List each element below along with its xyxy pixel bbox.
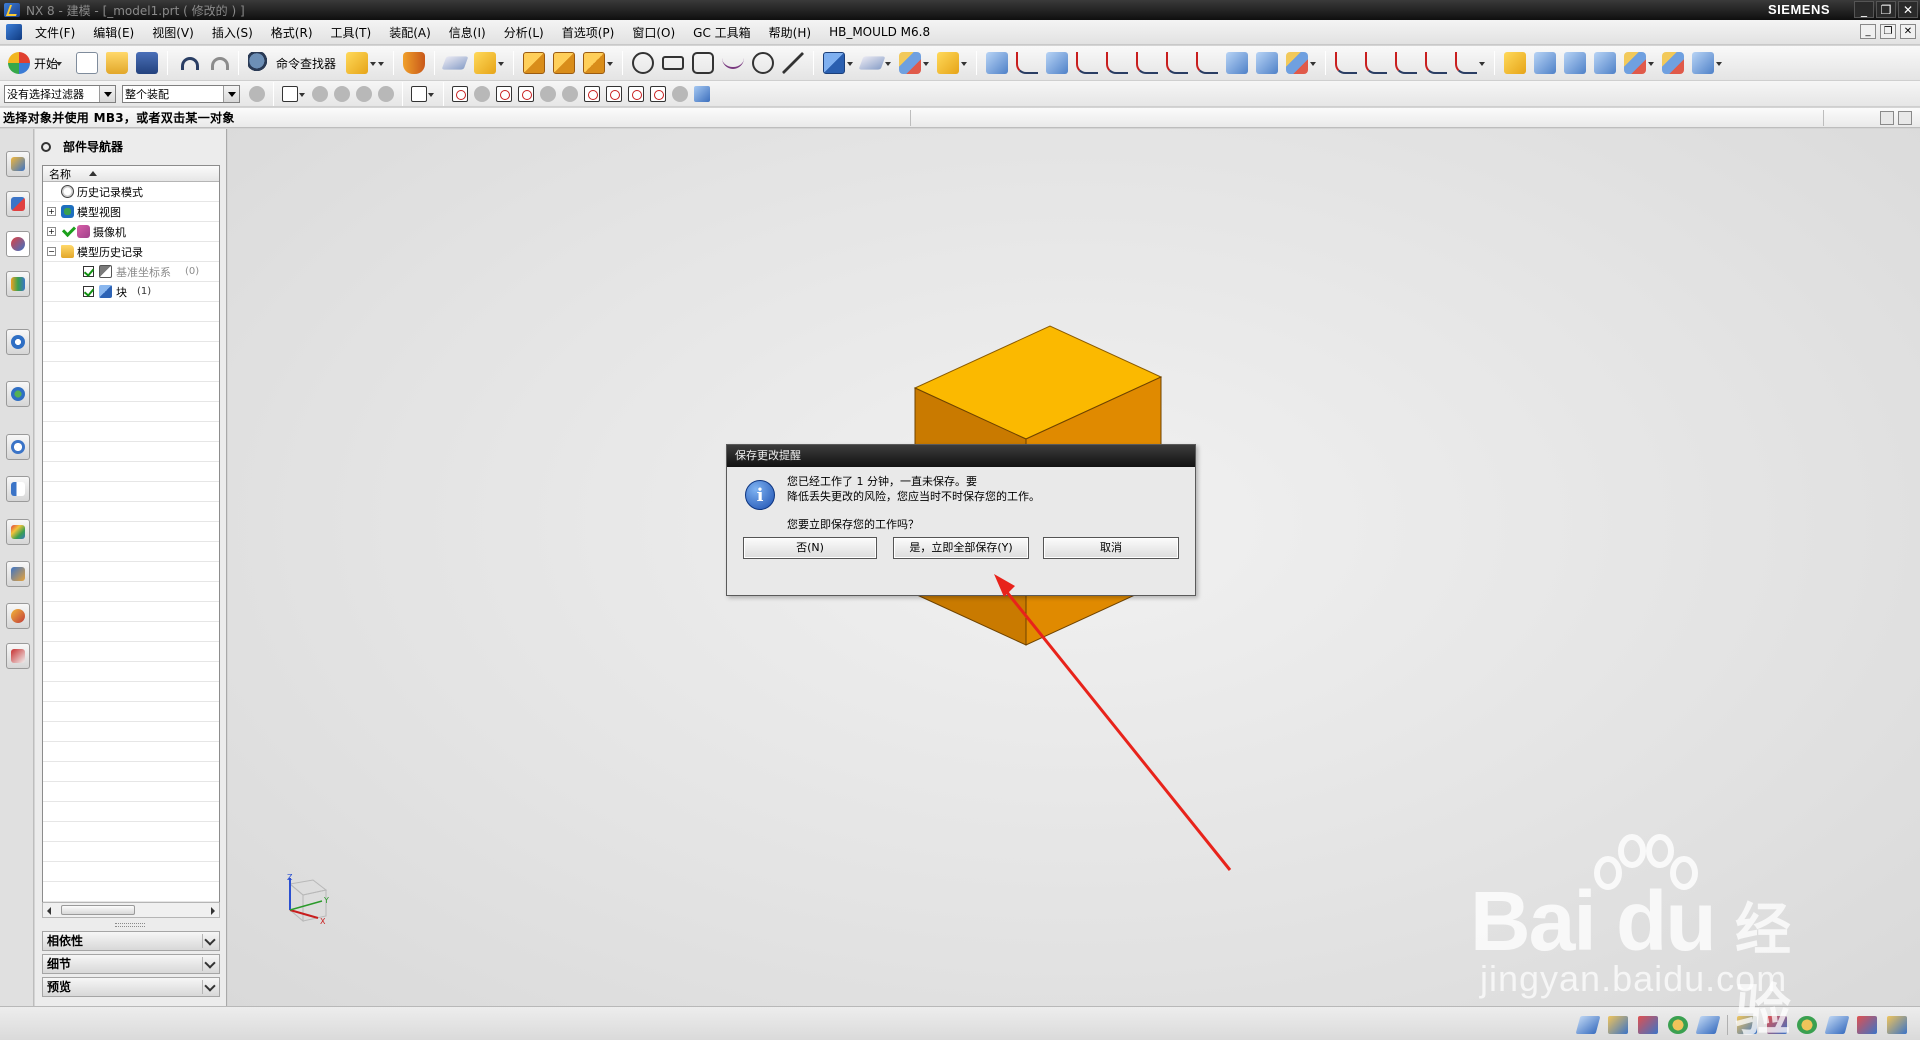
wcs-icon[interactable] xyxy=(1887,1016,1907,1034)
bottom-status-bar xyxy=(0,1006,1920,1040)
baidu-watermark: Bai du 经验 jingyan.baidu.com xyxy=(1470,833,1830,1040)
watermark-url: jingyan.baidu.com xyxy=(1480,958,1788,999)
view-fit-icon[interactable] xyxy=(1575,1016,1601,1034)
view-pan-icon[interactable] xyxy=(1668,1016,1688,1034)
view-zoom-icon[interactable] xyxy=(1608,1016,1628,1034)
layer-settings-icon[interactable] xyxy=(1857,1016,1877,1034)
status-divider xyxy=(1727,1015,1728,1035)
watermark-brand: Bai du xyxy=(1470,874,1717,968)
view-orient-icon[interactable] xyxy=(1695,1016,1721,1034)
view-rotate-icon[interactable] xyxy=(1638,1016,1658,1034)
